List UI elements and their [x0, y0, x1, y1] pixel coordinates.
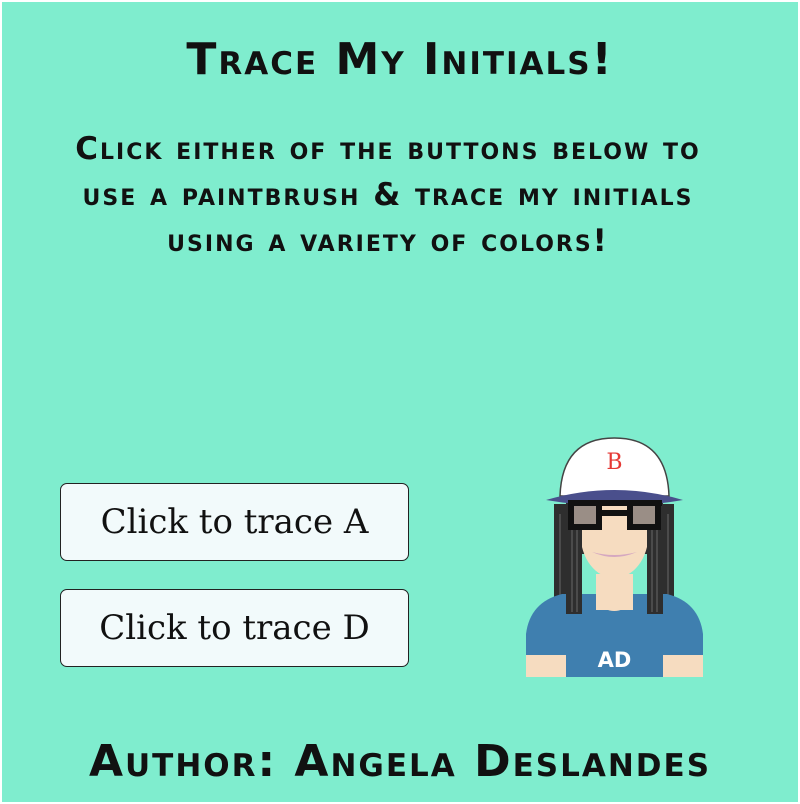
trace-d-button[interactable]: Click to trace D [60, 589, 409, 667]
trace-a-button[interactable]: Click to trace A [60, 483, 409, 561]
sketch-canvas: Trace My Initials! Click either of the b… [2, 2, 798, 802]
shirt-initials: AD [598, 648, 632, 672]
left-arm [526, 655, 566, 677]
avatar: B AD [526, 437, 703, 677]
cap-letter: B [606, 450, 622, 475]
page-title: Trace My Initials! [186, 34, 614, 85]
right-arm [663, 655, 703, 677]
author-credit: Author: Angela Deslandes [88, 736, 712, 787]
instructions-text: Click either of the buttons below to use… [75, 131, 701, 259]
